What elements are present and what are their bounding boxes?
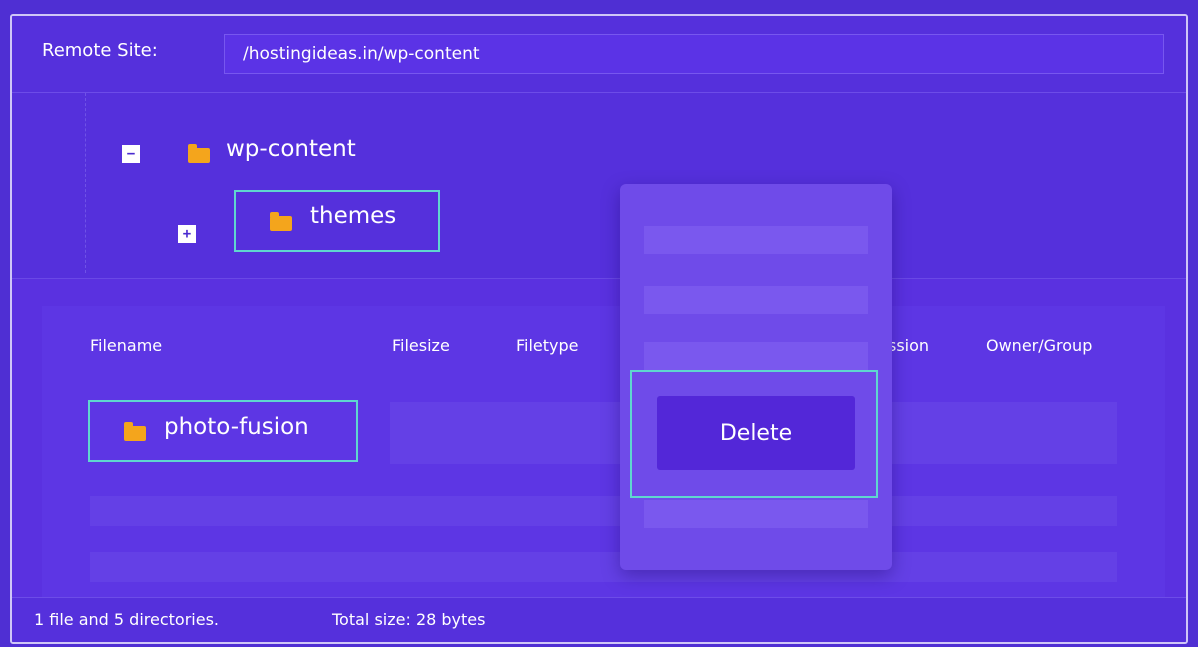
status-total-size: Total size: 28 bytes [332, 610, 486, 629]
folder-icon [270, 212, 292, 231]
delete-button[interactable]: Delete [657, 396, 855, 470]
delete-highlight: Delete [630, 370, 878, 498]
status-summary: 1 file and 5 directories. [34, 610, 219, 629]
tree-guide-line [85, 93, 86, 273]
context-menu-item[interactable] [644, 286, 868, 314]
file-list-panel: Filename Filesize Filetype ssion Owner/G… [42, 306, 1165, 606]
ftp-window: Remote Site: /hostingideas.in/wp-content… [10, 14, 1188, 644]
folder-icon [188, 144, 210, 163]
column-header-permission[interactable]: ssion [888, 336, 929, 355]
tree-item-themes-label: themes [310, 203, 397, 229]
column-header-filename[interactable]: Filename [90, 336, 162, 355]
column-header-filetype[interactable]: Filetype [516, 336, 579, 355]
context-menu-item[interactable] [644, 342, 868, 370]
file-row-photo-fusion[interactable]: photo-fusion [88, 400, 358, 462]
tree-item-wp-content[interactable]: wp-content [226, 136, 356, 162]
table-row[interactable] [90, 496, 1117, 526]
filename-photo-fusion: photo-fusion [164, 414, 309, 440]
collapse-toggle-icon[interactable]: − [122, 145, 140, 163]
context-menu: Delete [620, 184, 892, 570]
expand-toggle-icon[interactable]: + [178, 225, 196, 243]
column-header-filesize[interactable]: Filesize [392, 336, 450, 355]
remote-site-path-input[interactable]: /hostingideas.in/wp-content [224, 34, 1164, 74]
remote-site-label: Remote Site: [42, 40, 158, 61]
directory-tree: − wp-content + themes [12, 93, 1186, 279]
context-menu-item[interactable] [644, 500, 868, 528]
status-bar: 1 file and 5 directories. Total size: 28… [12, 597, 1186, 642]
table-row[interactable] [90, 552, 1117, 582]
context-menu-item[interactable] [644, 226, 868, 254]
folder-icon [124, 422, 146, 441]
column-header-owner-group[interactable]: Owner/Group [986, 336, 1092, 355]
tree-item-themes[interactable]: themes [234, 190, 440, 252]
remote-site-bar: Remote Site: /hostingideas.in/wp-content [12, 16, 1186, 93]
